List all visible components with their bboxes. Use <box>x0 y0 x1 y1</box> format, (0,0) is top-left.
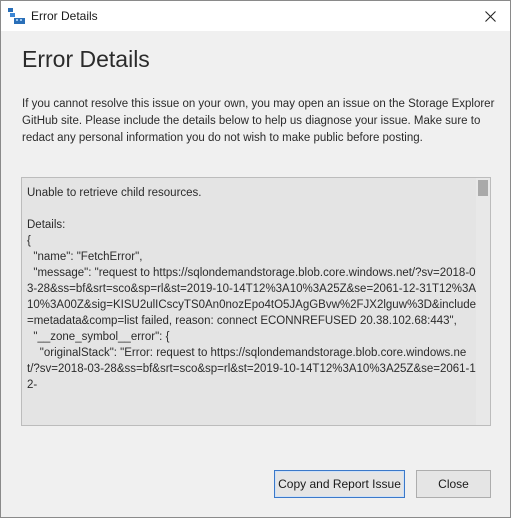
window-title: Error Details <box>31 9 98 23</box>
intro-text: If you cannot resolve this issue on your… <box>22 98 495 144</box>
error-details-text[interactable]: Unable to retrieve child resources. Deta… <box>27 185 479 393</box>
window-close-button[interactable] <box>470 1 510 31</box>
close-button[interactable]: Close <box>416 470 491 498</box>
details-scrollbar[interactable] <box>476 178 490 425</box>
title-bar[interactable]: Error Details <box>1 1 510 31</box>
storage-explorer-app-icon <box>8 8 25 24</box>
dialog-heading: Error Details <box>22 46 150 72</box>
close-icon <box>484 10 496 22</box>
error-details-window: Error Details Error Details If you canno… <box>0 0 511 518</box>
copy-and-report-issue-button[interactable]: Copy and Report Issue <box>274 470 405 498</box>
error-details-textbox[interactable]: Unable to retrieve child resources. Deta… <box>21 177 491 426</box>
details-scrollbar-thumb[interactable] <box>478 180 488 196</box>
